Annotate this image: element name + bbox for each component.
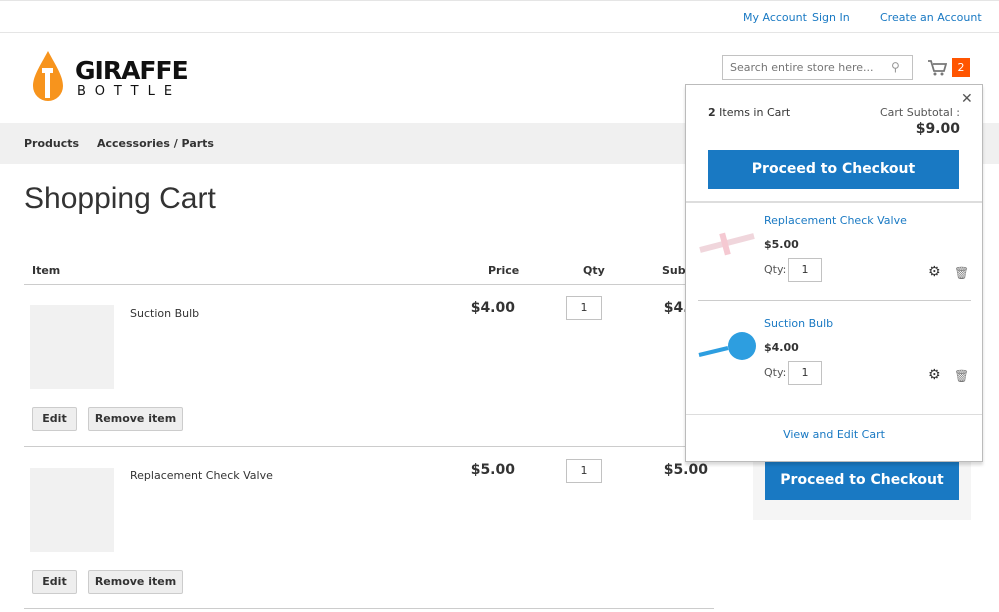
minicart-item-price: $4.00 [764,341,799,354]
search-icon[interactable]: ⚲ [891,60,900,74]
search-input[interactable] [722,55,913,80]
nav-accessories[interactable]: Accessories / Parts [97,137,214,150]
items-label: Items in Cart [719,106,791,119]
close-icon[interactable]: ✕ [961,91,973,107]
page-title: Shopping Cart [24,182,216,215]
suction-bulb-image[interactable] [698,328,758,363]
logo-text: GIRAFFE [75,56,189,85]
remove-item-button[interactable]: Remove item [88,407,183,431]
gear-icon[interactable]: ⚙ [928,367,941,383]
product-price: $5.00 [470,462,515,478]
divider [24,446,714,447]
minicart-item-name[interactable]: Replacement Check Valve [764,214,907,227]
qty-label: Qty: [764,366,787,379]
subtotal-label: Cart Subtotal : [879,106,960,119]
remove-item-button[interactable]: Remove item [88,570,183,594]
gear-icon[interactable]: ⚙ [928,264,941,280]
view-edit-cart-link[interactable]: View and Edit Cart [686,428,982,441]
product-subtotal: $5.00 [663,462,708,478]
top-bar: My Account Sign In Create an Account [0,0,999,33]
minicart-item-price: $5.00 [764,238,799,251]
subtotal-value: $9.00 [915,121,960,137]
divider [698,300,971,301]
product-image[interactable] [30,468,114,552]
header-price: Price [488,264,520,277]
check-valve-image[interactable] [698,228,756,258]
logo-subtext: BOTTLE [77,84,182,99]
edit-button[interactable]: Edit [32,570,77,594]
cart-icon[interactable] [927,59,947,77]
minicart-qty-input[interactable]: 1 [788,258,822,282]
qty-input[interactable]: 1 [566,296,602,320]
divider [24,608,714,609]
product-image[interactable] [30,305,114,389]
minicart-checkout-button[interactable]: Proceed to Checkout [708,150,959,189]
product-name[interactable]: Suction Bulb [130,307,199,320]
create-account-link[interactable]: Create an Account [880,11,982,24]
sign-in-link[interactable]: Sign In [812,11,850,24]
minicart-item-name[interactable]: Suction Bulb [764,317,833,330]
divider [24,284,714,285]
product-name[interactable]: Replacement Check Valve [130,469,273,482]
minicart-qty-input[interactable]: 1 [788,361,822,385]
minicart-dropdown: ✕ 2 Items in Cart Cart Subtotal : $9.00 … [685,84,983,462]
divider [686,201,982,203]
header-item: Item [32,264,61,277]
proceed-checkout-button[interactable]: Proceed to Checkout [765,461,959,500]
nav-products[interactable]: Products [24,137,79,150]
edit-button[interactable]: Edit [32,407,77,431]
header-qty: Qty [583,264,605,277]
cart-count-badge[interactable]: 2 [952,58,970,77]
trash-icon[interactable]: 🗑 [954,369,969,383]
divider [686,414,982,415]
qty-label: Qty: [764,263,787,276]
trash-icon[interactable]: 🗑 [954,266,969,280]
my-account-link[interactable]: My Account [743,11,807,24]
product-price: $4.00 [470,300,515,316]
logo[interactable]: GIRAFFE BOTTLE [30,48,190,104]
items-count: 2 [708,106,716,119]
logo-drop-icon [33,51,63,101]
qty-input[interactable]: 1 [566,459,602,483]
